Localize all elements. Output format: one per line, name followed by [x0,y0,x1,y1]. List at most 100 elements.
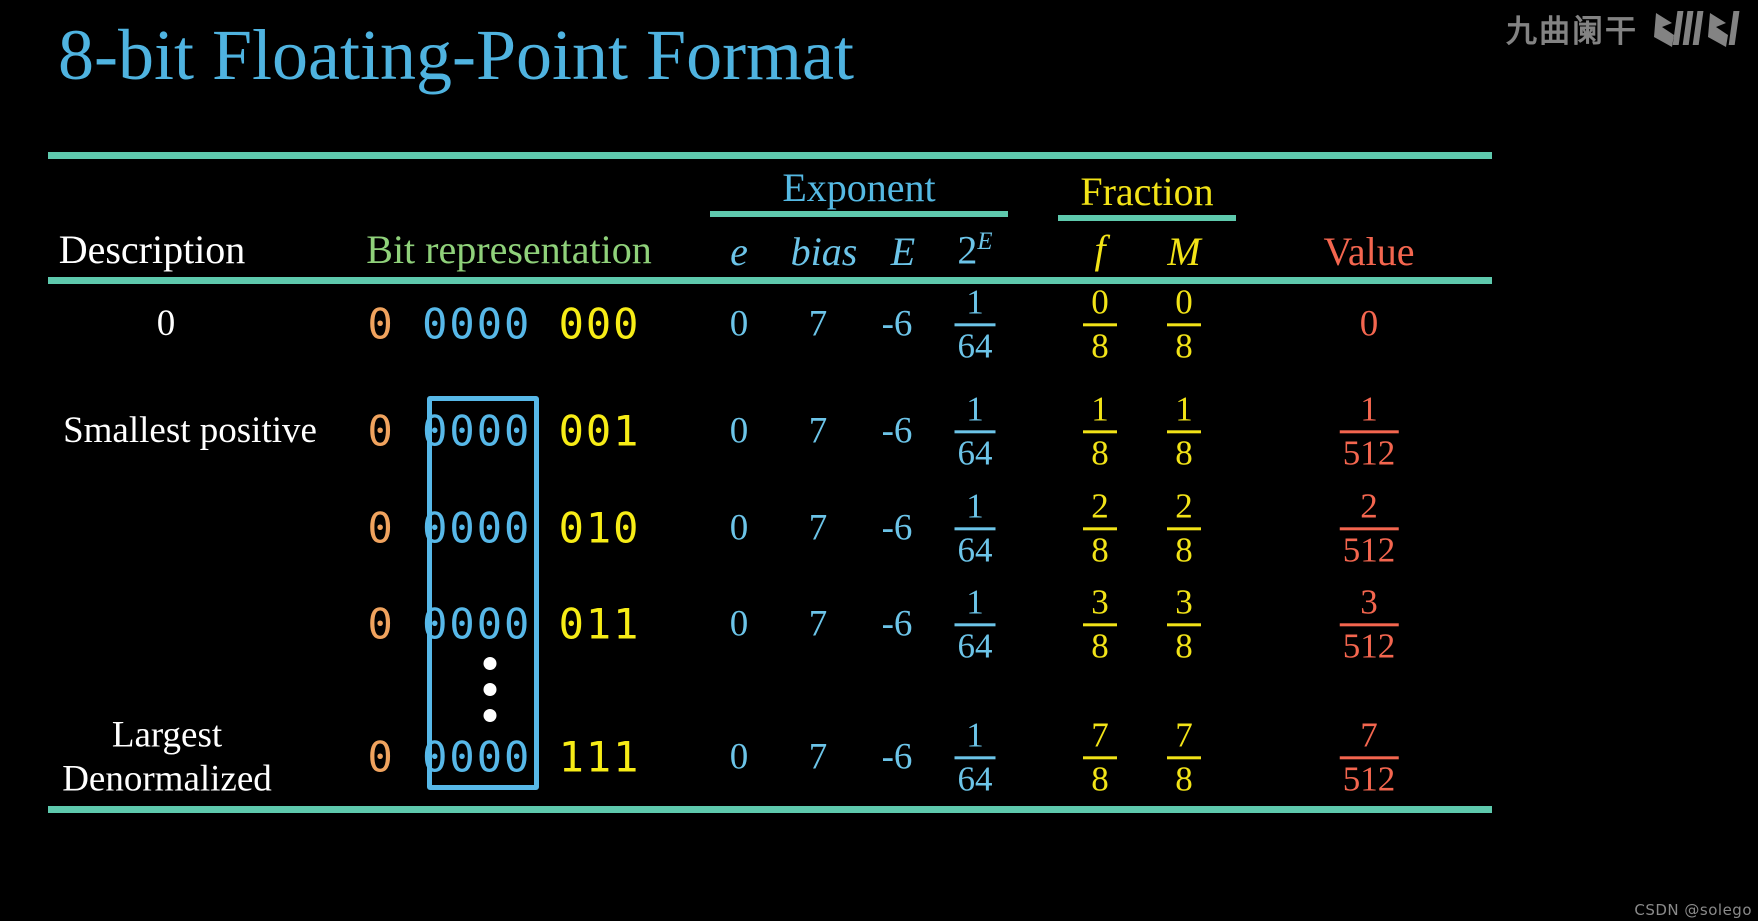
table-row: 7 [808,507,828,549]
dot [483,657,497,670]
numerator: 7 [1360,715,1378,755]
table-row: 1 64 [954,486,996,569]
channel-name: 九曲阑干 [1506,14,1638,50]
denominator: 512 [1342,433,1396,472]
fraction-bits: 010 [558,503,641,553]
denominator: 64 [957,530,993,569]
numerator: 3 [1091,582,1109,622]
numerator: 1 [966,486,984,526]
denominator: 8 [1175,626,1193,665]
numerator: 0 [1091,282,1109,322]
table-row: 1 64 [954,715,996,798]
fraction-bits: 001 [558,406,641,456]
numerator: 3 [1360,582,1378,622]
table-row: 7 [808,410,828,452]
column-header-description: Description [58,227,246,272]
denominator: 8 [1091,530,1109,569]
numerator: 1 [1175,389,1193,429]
table-row: 18 [1083,391,1117,470]
table-row: 0 [729,736,749,778]
table-row: 1 64 [954,282,996,365]
numerator: 7 [1175,715,1193,755]
numerator: 1 [966,389,984,429]
vertical-dots-icon [483,657,497,722]
table-row: 0 0000 011 [368,600,641,649]
group-header-exponent: Exponent [782,165,936,210]
numerator: 1 [966,582,984,622]
table-row: 1 64 [954,582,996,665]
denominator: 8 [1091,626,1109,665]
table-row: 38 [1167,584,1201,663]
table-row: Smallest positive [63,410,317,452]
column-header-bit-representation: Bit representation [366,227,652,272]
table-row: 7 [808,736,828,778]
exponent-bits: 0000 [422,299,532,349]
denominator: 512 [1342,530,1396,569]
denominator: 8 [1091,433,1109,472]
fraction-bits: 111 [558,732,641,782]
column-header-capital-e: E [890,229,916,274]
table-row: 1 512 [1339,389,1399,472]
denominator: 8 [1091,759,1109,798]
numerator: 1 [966,282,984,322]
column-header-m: M [1167,229,1201,274]
dot [483,683,497,696]
numerator: 1 [1360,389,1378,429]
table-row: 0 [1359,303,1379,345]
table-row: 0 [729,507,749,549]
numerator: 3 [1175,582,1193,622]
sign-bit: 0 [367,503,395,553]
numerator: 0 [1175,282,1193,322]
denominator: 8 [1091,326,1109,365]
numerator: 2 [1360,486,1378,526]
column-header-value: Value [1323,229,1415,274]
group-header-fraction: Fraction [1080,169,1214,214]
numerator: 1 [1091,389,1109,429]
sign-bit: 0 [367,732,395,782]
denominator: 8 [1175,433,1193,472]
denominator: 8 [1175,759,1193,798]
table-row: -6 [881,507,913,549]
denominator: 512 [1342,626,1396,665]
exponent-bits: 0000 [422,599,532,649]
denominator: 8 [1175,326,1193,365]
table-row: 7 [808,603,828,645]
table-top-rule [48,152,1492,159]
denominator: 64 [957,326,993,365]
table-row: 0 0000 000 [368,300,641,349]
exponent-bits: 0000 [422,503,532,553]
table-row: 08 [1083,284,1117,363]
table-row: 0 [729,603,749,645]
table-bottom-rule [48,806,1492,813]
bilibili-logo-icon [1652,7,1744,51]
sign-bit: 0 [367,406,395,456]
credit-watermark: CSDN @solego [1634,901,1752,919]
table-row: 08 [1167,284,1201,363]
table-row: 78 [1083,717,1117,796]
table-row: 3 512 [1339,582,1399,665]
two-exponent: E [977,228,993,255]
column-header-bias: bias [790,229,858,274]
table-row: 28 [1167,488,1201,567]
table-row: 0 [729,410,749,452]
table-row: 0 [729,303,749,345]
table-row: 38 [1083,584,1117,663]
table-row: Largest Denormalized [62,713,272,800]
denominator: 64 [957,626,993,665]
two-base: 2 [957,227,978,273]
table-row: 1 64 [954,389,996,470]
table-row: 28 [1083,488,1117,567]
numerator: 7 [1091,715,1109,755]
table-row: 7 [808,303,828,345]
fraction-bits: 011 [558,599,641,649]
numerator: 1 [966,715,984,755]
numerator: 2 [1175,486,1193,526]
table-row: 18 [1167,391,1201,470]
column-header-e: e [730,229,748,274]
denominator: 64 [957,759,993,798]
table-row: -6 [881,410,913,452]
table-row: 0 0000 001 [368,407,641,456]
exponent-bits: 0000 [422,406,532,456]
table-row: 0 [156,303,176,345]
exponent-bits: 0000 [422,732,532,782]
